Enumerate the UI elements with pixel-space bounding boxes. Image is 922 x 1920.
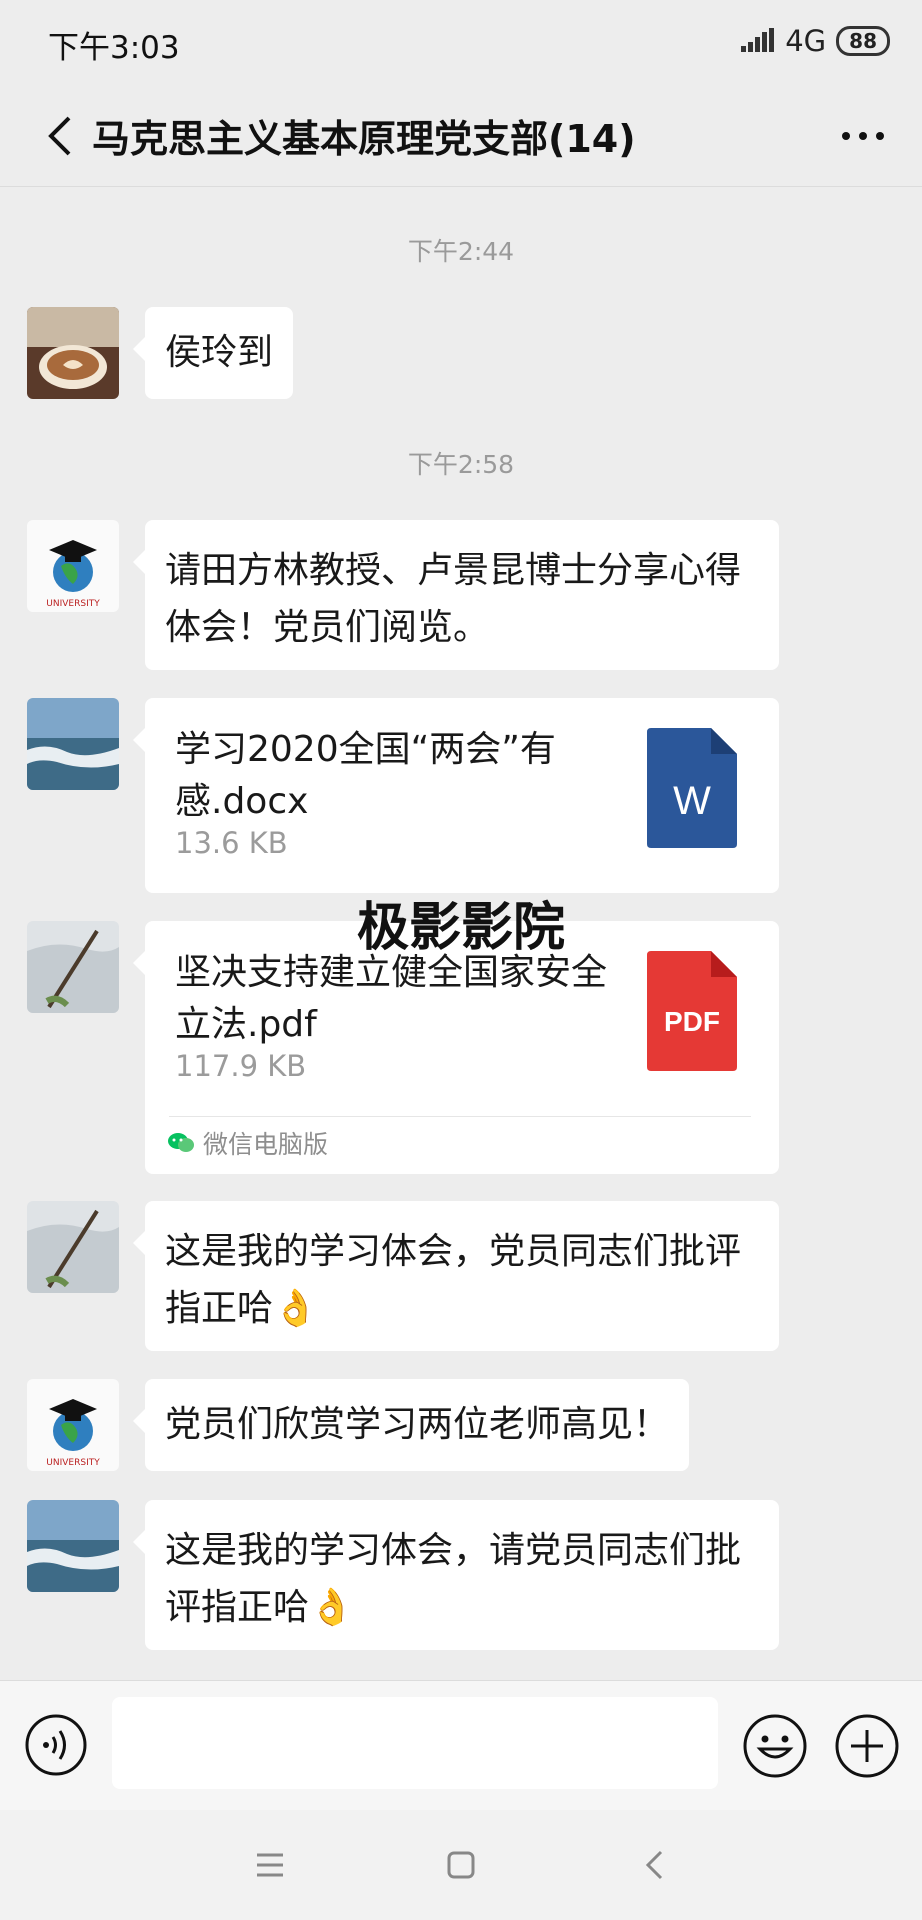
status-bar: 下午3:03 4G 88 xyxy=(0,0,922,86)
back-button[interactable] xyxy=(30,106,90,166)
message-bubble[interactable]: 请田方林教授、卢景昆博士分享心得体会！党员们阅览。 xyxy=(133,520,779,670)
message-input[interactable] xyxy=(112,1697,718,1789)
voice-icon xyxy=(25,1714,87,1776)
avatar[interactable]: UNIVERSITY xyxy=(27,1379,119,1471)
avatar[interactable] xyxy=(27,1500,119,1592)
more-button[interactable] xyxy=(828,106,898,166)
plus-button[interactable] xyxy=(834,1713,900,1779)
plus-icon xyxy=(835,1714,899,1778)
message-text: 党员们欣赏学习两位老师高见！ xyxy=(165,1404,670,1445)
svg-text:W: W xyxy=(673,779,711,823)
avatar[interactable]: UNIVERSITY xyxy=(27,520,119,612)
watermark-text: 极影影院 xyxy=(357,898,566,958)
wechat-icon xyxy=(168,1133,194,1152)
message-bubble[interactable]: 这是我的学习体会，党员同志们批评指正哈👌 xyxy=(133,1201,779,1351)
source-text: 微信电脑版 xyxy=(203,1130,329,1159)
file-name: 学习2020全国“两会”有感.docx xyxy=(175,729,556,822)
menu-icon xyxy=(257,1853,283,1877)
network-label: 4G xyxy=(785,24,827,58)
emoji-button[interactable] xyxy=(742,1713,808,1779)
home-nav-button[interactable] xyxy=(431,1840,491,1890)
file-name: 坚决支持建立健全国家安全立法.pdf xyxy=(175,952,608,1045)
word-doc-icon: W xyxy=(647,728,737,848)
menu-nav-button[interactable] xyxy=(240,1840,300,1890)
system-nav-bar xyxy=(0,1810,922,1920)
message-text: 这是我的学习体会，请党员同志们批评指正哈👌 xyxy=(165,1530,742,1628)
emoji-icon xyxy=(743,1714,807,1778)
file-size: 117.9 KB xyxy=(175,1049,307,1083)
status-time: 下午3:03 xyxy=(48,30,180,66)
avatar[interactable] xyxy=(27,307,119,399)
timestamp: 下午2:44 xyxy=(407,237,515,266)
message-bubble[interactable]: 这是我的学习体会，请党员同志们批评指正哈👌 xyxy=(133,1500,779,1650)
battery-icon: 88 xyxy=(836,26,890,56)
svg-text:UNIVERSITY: UNIVERSITY xyxy=(46,599,100,609)
home-square-icon xyxy=(447,1851,475,1879)
svg-text:PDF: PDF xyxy=(664,1006,720,1037)
message-bubble[interactable]: 党员们欣赏学习两位老师高见！ xyxy=(132,1379,690,1471)
signal-icon xyxy=(741,28,775,52)
chat-title: 马克思主义基本原理党支部(14) xyxy=(92,117,636,161)
file-message[interactable]: 学习2020全国“两会”有感.docx 13.6 KB W xyxy=(133,698,779,893)
file-divider xyxy=(169,1116,751,1117)
input-bar xyxy=(0,1680,922,1811)
status-icons: 4G 88 xyxy=(741,24,890,58)
chevron-left-icon xyxy=(48,116,71,156)
back-nav-button[interactable] xyxy=(625,1840,685,1890)
svg-text:UNIVERSITY: UNIVERSITY xyxy=(46,1458,100,1468)
avatar[interactable] xyxy=(27,1201,119,1293)
avatar[interactable] xyxy=(27,698,119,790)
message-bubble[interactable]: 侯玲到 xyxy=(132,307,294,399)
message-text: 侯玲到 xyxy=(165,332,274,373)
chat-header: 马克思主义基本原理党支部(14) xyxy=(0,86,922,186)
voice-button[interactable] xyxy=(24,1713,88,1777)
message-text: 这是我的学习体会，党员同志们批评指正哈👌 xyxy=(165,1231,742,1329)
back-triangle-icon xyxy=(645,1850,663,1880)
timestamp: 下午2:58 xyxy=(407,450,515,479)
more-dots-icon xyxy=(842,132,884,140)
message-text: 请田方林教授、卢景昆博士分享心得体会！党员们阅览。 xyxy=(165,550,742,648)
header-divider xyxy=(0,186,922,187)
file-size: 13.6 KB xyxy=(175,826,288,860)
chat-area[interactable]: 下午2:44 侯玲到 下午2:58 UNIVERSITY 请田方林教授、卢景昆博… xyxy=(0,190,922,1680)
avatar[interactable] xyxy=(27,921,119,1013)
source-label: 微信电脑版 xyxy=(167,1121,328,1165)
pdf-icon: PDF xyxy=(647,951,737,1071)
